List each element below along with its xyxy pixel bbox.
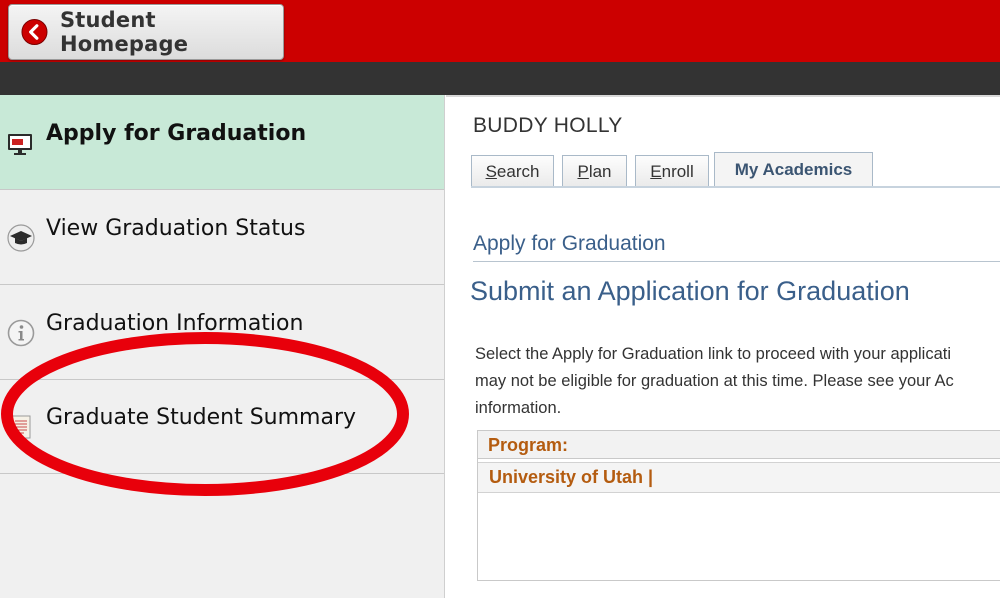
sidebar-item-label: View Graduation Status: [46, 216, 306, 241]
sidebar-item-view-graduation-status[interactable]: View Graduation Status: [0, 190, 444, 285]
top-header-bar: Student Homepage: [0, 0, 1000, 62]
instructions-text: Select the Apply for Graduation link to …: [475, 345, 954, 417]
table-row: University of Utah |: [478, 462, 1000, 493]
sidebar-item-graduate-student-summary[interactable]: Graduate Student Summary: [0, 379, 444, 474]
tab-bar-underline: [471, 186, 1000, 188]
program-grid-header: Program:: [478, 431, 1000, 459]
monitor-certificate-icon: [8, 134, 32, 155]
tab-label: lan: [588, 162, 612, 181]
sidebar-item-label: Graduation Information: [46, 311, 304, 336]
tab-plan[interactable]: Plan: [562, 155, 627, 187]
info-icon: [7, 319, 35, 347]
program-grid: Program: University of Utah |: [477, 430, 1000, 581]
tab-enroll[interactable]: Enroll: [635, 155, 709, 187]
program-header-label: Program:: [488, 435, 569, 455]
student-name: BUDDY HOLLY: [473, 114, 623, 137]
tab-bar: Search Plan Enroll My Academics: [471, 152, 1000, 187]
sidebar-item-label: Graduate Student Summary: [46, 405, 357, 430]
program-value: University of Utah |: [489, 467, 654, 487]
tab-label: earch: [496, 162, 540, 181]
page-heading: Apply for Graduation: [473, 232, 666, 255]
student-homepage-label: Student Homepage: [59, 8, 189, 56]
tab-search[interactable]: Search: [471, 155, 554, 187]
heading-divider: [473, 261, 1000, 262]
main-content: BUDDY HOLLY Search Plan Enroll My Academ…: [446, 95, 1000, 598]
back-arrow-icon: [21, 18, 48, 46]
sidebar-item-label: Apply for Graduation: [46, 121, 307, 146]
scroll-document-icon: [11, 415, 31, 439]
tab-hotkey: P: [577, 162, 589, 181]
tab-hotkey: S: [485, 162, 497, 181]
sidebar-nav: Apply for Graduation View Graduation Sta…: [0, 95, 445, 598]
sidebar-item-apply-for-graduation[interactable]: Apply for Graduation: [0, 95, 444, 190]
main-top-border: [446, 95, 1000, 97]
student-homepage-button[interactable]: Student Homepage: [8, 4, 284, 60]
tab-hotkey: E: [650, 162, 662, 181]
page-subheading: Submit an Application for Graduation: [470, 276, 910, 306]
tab-my-academics[interactable]: My Academics: [714, 152, 873, 187]
sidebar-item-graduation-information[interactable]: Graduation Information: [0, 285, 444, 380]
graduation-cap-icon: [7, 224, 35, 252]
tab-label: nroll: [661, 162, 694, 181]
tab-label: My Academics: [734, 160, 853, 179]
dark-nav-bar: [0, 62, 1000, 95]
